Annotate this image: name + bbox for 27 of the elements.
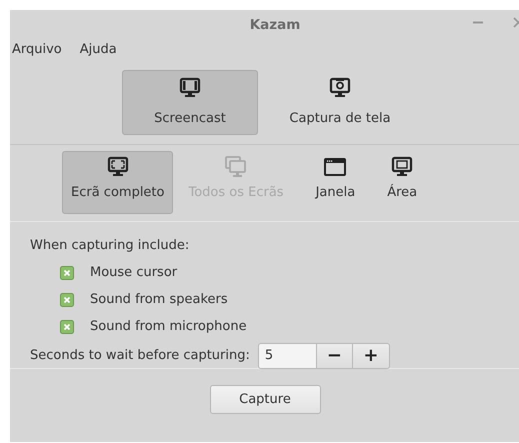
checkbox[interactable] <box>60 320 74 334</box>
mode-tab[interactable]: Screencast <box>122 70 258 135</box>
fullscreen-monitor-icon <box>106 156 129 178</box>
delay-label: Seconds to wait before capturing: <box>30 346 250 365</box>
minimize-icon[interactable] <box>473 21 483 24</box>
decrease-button[interactable]: − <box>316 342 353 368</box>
camera-monitor-icon <box>329 77 351 99</box>
source-tab[interactable]: Área <box>378 151 426 214</box>
checkbox[interactable] <box>60 293 74 307</box>
menu-item[interactable]: Arquivo <box>10 40 64 60</box>
source-tab[interactable]: Janela <box>306 151 364 214</box>
film-monitor-icon <box>179 77 201 99</box>
window-title: Kazam <box>250 16 300 35</box>
checkbox-label: Sound from microphone <box>90 318 247 336</box>
checkbox-label: Mouse cursor <box>90 264 178 282</box>
mode-tab[interactable]: Captura de tela <box>272 70 408 135</box>
checkbox[interactable] <box>60 266 74 280</box>
multiple-monitors-icon <box>225 156 248 178</box>
delay-field[interactable]: 5 <box>258 342 316 368</box>
window-icon <box>324 156 346 178</box>
capture-button[interactable]: Capture <box>210 385 320 414</box>
menu-item[interactable]: Ajuda <box>78 40 119 60</box>
increase-button[interactable]: + <box>352 342 390 368</box>
checkbox-label: Sound from speakers <box>90 291 228 310</box>
source-tab[interactable]: Ecrã completo <box>62 151 174 214</box>
area-monitor-icon <box>391 156 414 178</box>
section-label: When capturing include: <box>30 237 190 255</box>
